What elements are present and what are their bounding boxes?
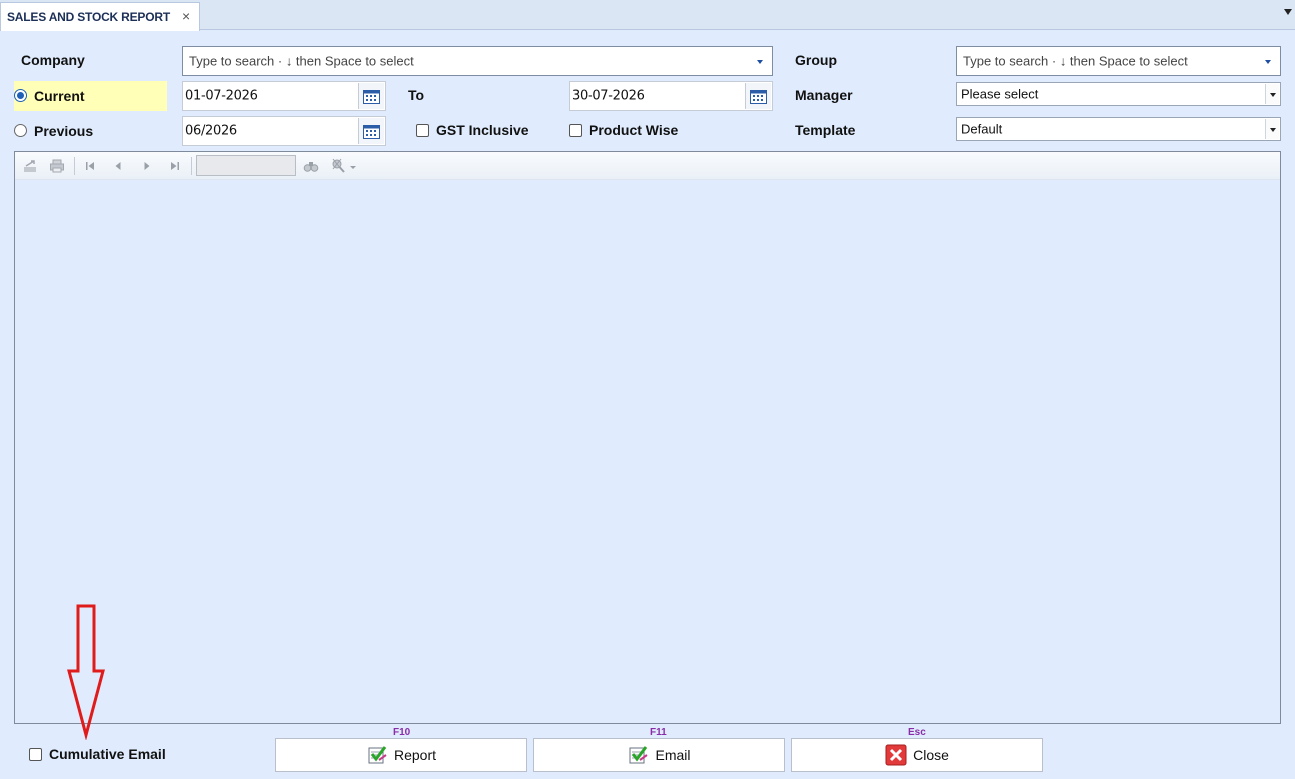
manager-value: Please select — [961, 86, 1039, 102]
report-shortcut-key: F10 — [393, 727, 411, 738]
previous-period-field[interactable]: 06/2026 — [182, 116, 386, 146]
close-icon — [885, 744, 907, 766]
company-search-input[interactable]: Type to search · ↓ then Space to select — [182, 46, 773, 76]
company-label: Company — [21, 52, 85, 68]
manager-label: Manager — [795, 87, 853, 103]
previous-period-value: 06/2026 — [185, 123, 237, 139]
find-icon[interactable] — [302, 157, 320, 175]
from-date-field[interactable]: 01-07-2026 — [182, 81, 386, 111]
calendar-icon[interactable] — [745, 83, 771, 109]
to-label: To — [408, 87, 425, 103]
chevron-down-icon[interactable] — [1265, 84, 1279, 104]
current-label[interactable]: Current — [34, 88, 85, 104]
report-viewer — [14, 151, 1281, 724]
to-date-field[interactable]: 30-07-2026 — [569, 81, 773, 111]
toolbar-separator — [74, 157, 75, 175]
tab-bar: SALES AND STOCK REPORT × — [0, 0, 1295, 31]
report-form: Company Type to search · ↓ then Space to… — [0, 31, 1295, 779]
product-wise-label[interactable]: Product Wise — [589, 122, 678, 138]
from-date-value: 01-07-2026 — [185, 88, 258, 104]
group-search-input[interactable]: Type to search · ↓ then Space to select — [956, 46, 1281, 76]
cumulative-email-checkbox[interactable] — [29, 748, 42, 761]
group-placeholder: Type to search · ↓ then Space to select — [963, 53, 1188, 69]
toolbar-separator — [191, 157, 192, 175]
tab-sales-and-stock-report[interactable]: SALES AND STOCK REPORT × — [0, 2, 200, 31]
email-button[interactable]: Email — [533, 738, 785, 772]
email-button-label: Email — [655, 747, 691, 763]
template-select[interactable]: Default — [956, 117, 1281, 141]
report-button[interactable]: Report — [275, 738, 527, 772]
chevron-down-icon[interactable] — [1265, 119, 1279, 139]
calendar-icon[interactable] — [358, 118, 384, 144]
previous-page-icon[interactable] — [109, 157, 127, 175]
gst-inclusive-checkbox[interactable] — [416, 124, 429, 137]
previous-label[interactable]: Previous — [34, 123, 93, 139]
report-button-label: Report — [393, 747, 437, 763]
calendar-icon[interactable] — [358, 83, 384, 109]
page-number-input[interactable] — [196, 155, 296, 176]
export-icon[interactable] — [21, 157, 39, 175]
company-placeholder: Type to search · ↓ then Space to select — [189, 53, 414, 69]
annotation-arrow-icon — [67, 604, 105, 740]
to-date-value: 30-07-2026 — [572, 88, 645, 104]
cumulative-email-label[interactable]: Cumulative Email — [49, 746, 166, 762]
chevron-down-icon[interactable] — [1265, 60, 1271, 64]
manager-select[interactable]: Please select — [956, 82, 1281, 106]
close-button-label: Close — [913, 747, 949, 763]
next-page-icon[interactable] — [138, 157, 156, 175]
group-label: Group — [795, 52, 837, 68]
zoom-icon[interactable] — [330, 157, 358, 175]
email-check-icon — [627, 744, 649, 766]
gst-inclusive-label[interactable]: GST Inclusive — [436, 122, 529, 138]
close-button[interactable]: Close — [791, 738, 1043, 772]
previous-radio[interactable] — [14, 124, 27, 137]
template-value: Default — [961, 121, 1003, 137]
template-label: Template — [795, 122, 856, 138]
last-page-icon[interactable] — [166, 157, 184, 175]
current-radio[interactable] — [14, 89, 27, 102]
print-icon[interactable] — [48, 157, 66, 175]
first-page-icon[interactable] — [81, 157, 99, 175]
tab-title: SALES AND STOCK REPORT — [7, 10, 170, 24]
close-shortcut-key: Esc — [908, 727, 926, 738]
tab-close-icon[interactable]: × — [182, 8, 190, 24]
report-check-icon — [366, 744, 388, 766]
report-toolbar — [15, 152, 1280, 180]
product-wise-checkbox[interactable] — [569, 124, 582, 137]
tab-menu-dropdown-icon[interactable] — [1284, 9, 1292, 15]
email-shortcut-key: F11 — [650, 727, 667, 738]
chevron-down-icon[interactable] — [757, 60, 763, 64]
